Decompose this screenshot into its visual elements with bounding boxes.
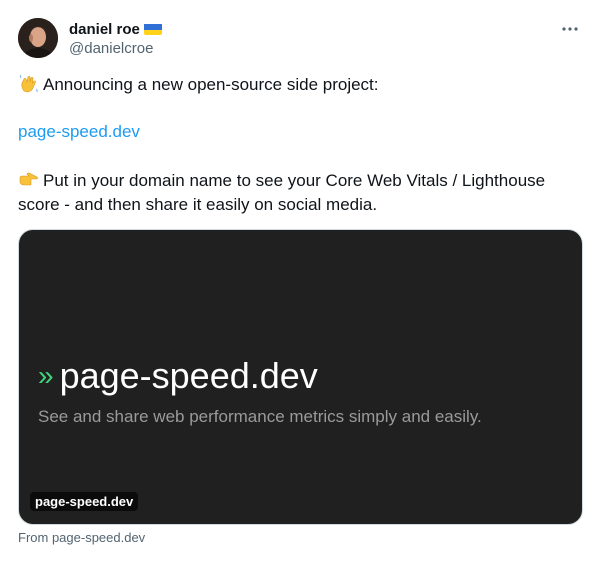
chevron-right-icon: » [38, 360, 54, 391]
tweet-text-line: Announcing a new open-source side projec… [18, 73, 583, 97]
author-name-row[interactable]: daniel roe [69, 19, 162, 39]
avatar-image [18, 18, 58, 58]
card-domain-badge: page-speed.dev [30, 492, 139, 511]
tweet-text: Announcing a new open-source side projec… [43, 75, 379, 94]
tweet: daniel roe @danielcroe Announcing a new … [0, 0, 601, 564]
waving-hand-icon [18, 73, 39, 94]
link-preview-card[interactable]: » page-speed.dev See and share web perfor… [18, 229, 583, 525]
card-title-text: page-speed.dev [59, 355, 318, 396]
more-options-button[interactable] [559, 18, 581, 40]
card-subtitle: See and share web performance metrics si… [38, 407, 482, 426]
card-source-link[interactable]: From page-speed.dev [18, 530, 145, 545]
ukraine-flag-icon [143, 23, 162, 35]
tweet-text-line: Put in your domain name to see your Core… [18, 169, 583, 217]
card-title: » page-speed.dev [38, 355, 318, 397]
author-handle[interactable]: @danielcroe [69, 40, 153, 57]
pointing-right-icon [18, 169, 39, 190]
display-name[interactable]: daniel roe [69, 21, 140, 38]
tweet-link[interactable]: page-speed.dev [18, 120, 583, 144]
more-horizontal-icon [562, 27, 578, 31]
tweet-text: Put in your domain name to see your Core… [18, 171, 546, 214]
avatar[interactable] [18, 18, 58, 58]
